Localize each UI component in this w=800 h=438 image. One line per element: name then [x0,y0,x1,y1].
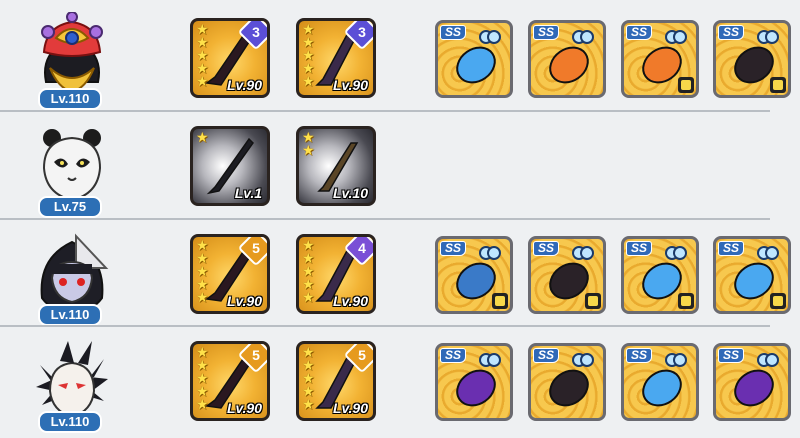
star-icon: ★ [302,142,315,158]
set-bonus-icon [585,293,601,309]
weapon-level-label: Lv.90 [226,293,262,309]
star-icon: ★ [302,73,315,89]
jester-hero-avatar[interactable]: Lv.110 [32,11,112,110]
row-divider [0,110,770,112]
equipment-slot[interactable]: SS [435,20,513,98]
equipment-slot[interactable]: SS [435,236,513,314]
star-rating: ★ ★ ★ ★ ★ [196,238,209,305]
weapon-level-label: Lv.10 [332,185,368,201]
hero-row: Lv.110 ★ ★ ★ ★ ★ 5 Lv.90 ★ ★ ★ ★ ★ 4 Lv.90 SS SS SS SS [0,220,800,327]
hero-level-label: Lv.110 [38,88,102,110]
row-divider [0,325,770,327]
weapon-slot[interactable]: ★ ★ ★ ★ ★ 3 Lv.90 [296,18,376,98]
tier-badge: SS [718,241,745,256]
star-rating: ★ ★ ★ ★ ★ [302,238,315,305]
awaken-badge-count: 5 [252,240,260,256]
hero-row: Lv.75 ★ Lv.1 ★ ★ Lv.10 [0,112,800,219]
equipment-slot[interactable]: SS [621,236,699,314]
set-bonus-icon [678,77,694,93]
tier-badge: SS [440,241,467,256]
equipment-slot[interactable]: SS [435,343,513,421]
tier-badge: SS [533,25,560,40]
equipment-slot[interactable]: SS [528,20,606,98]
weapon-level-label: Lv.90 [226,400,262,416]
awaken-badge-count: 5 [358,347,366,363]
weapon-slot[interactable]: ★ ★ ★ ★ ★ 5 Lv.90 [296,341,376,421]
star-icon: ★ [196,289,209,305]
tier-badge: SS [718,348,745,363]
fox-hero-avatar[interactable]: Lv.110 [32,335,112,433]
awaken-badge-count: 5 [252,347,260,363]
hero-level-label: Lv.75 [38,196,102,218]
set-bonus-icon [492,293,508,309]
star-rating: ★ ★ ★ ★ ★ [302,22,315,89]
ninja-girl-hero-avatar[interactable]: Lv.110 [32,228,112,326]
star-icon: ★ [196,73,209,89]
tier-badge: SS [626,25,653,40]
equipment-slot[interactable]: SS [528,236,606,314]
tier-badge: SS [533,241,560,256]
star-icon: ★ [302,289,315,305]
hero-level-label: Lv.110 [38,304,102,326]
weapon-level-label: Lv.90 [332,293,368,309]
tier-badge: SS [718,25,745,40]
star-rating: ★ ★ ★ ★ ★ [302,345,315,412]
weapon-level-label: Lv.1 [234,185,262,201]
row-divider [0,218,770,220]
star-rating: ★ ★ [302,130,315,158]
star-rating: ★ ★ ★ ★ ★ [196,22,209,89]
awaken-badge-count: 3 [358,24,366,40]
equipment-slot[interactable]: SS [621,20,699,98]
tier-badge: SS [626,348,653,363]
equipment-slot[interactable]: SS [621,343,699,421]
weapon-slot[interactable]: ★ ★ Lv.10 [296,126,376,206]
equipment-slot[interactable]: SS [713,236,791,314]
set-bonus-icon [770,293,786,309]
star-rating: ★ [196,129,209,145]
hero-row: Lv.110 ★ ★ ★ ★ ★ 5 Lv.90 ★ ★ ★ ★ ★ 5 Lv.90 SS SS SS SS [0,327,800,434]
equipment-slot[interactable]: SS [528,343,606,421]
tier-badge: SS [533,348,560,363]
set-bonus-icon [770,77,786,93]
awaken-badge-count: 3 [252,24,260,40]
weapon-level-label: Lv.90 [332,400,368,416]
equipment-slot[interactable]: SS [713,343,791,421]
hero-row: Lv.110 ★ ★ ★ ★ ★ 3 Lv.90 ★ ★ ★ ★ ★ 3 Lv.90 SS SS SS SS [0,4,800,111]
tier-badge: SS [440,25,467,40]
star-icon: ★ [302,396,315,412]
star-rating: ★ ★ ★ ★ ★ [196,345,209,412]
weapon-level-label: Lv.90 [332,77,368,93]
hero-level-label: Lv.110 [38,411,102,433]
star-icon: ★ [196,396,209,412]
weapon-level-label: Lv.90 [226,77,262,93]
panda-hero-avatar[interactable]: Lv.75 [32,120,112,218]
tier-badge: SS [440,348,467,363]
weapon-slot[interactable]: ★ Lv.1 [190,126,270,206]
equipment-slot[interactable]: SS [713,20,791,98]
star-icon: ★ [196,129,209,145]
awaken-badge-count: 4 [358,240,366,256]
set-bonus-icon [678,293,694,309]
weapon-slot[interactable]: ★ ★ ★ ★ ★ 4 Lv.90 [296,234,376,314]
weapon-slot[interactable]: ★ ★ ★ ★ ★ 3 Lv.90 [190,18,270,98]
tier-badge: SS [626,241,653,256]
weapon-slot[interactable]: ★ ★ ★ ★ ★ 5 Lv.90 [190,234,270,314]
weapon-slot[interactable]: ★ ★ ★ ★ ★ 5 Lv.90 [190,341,270,421]
